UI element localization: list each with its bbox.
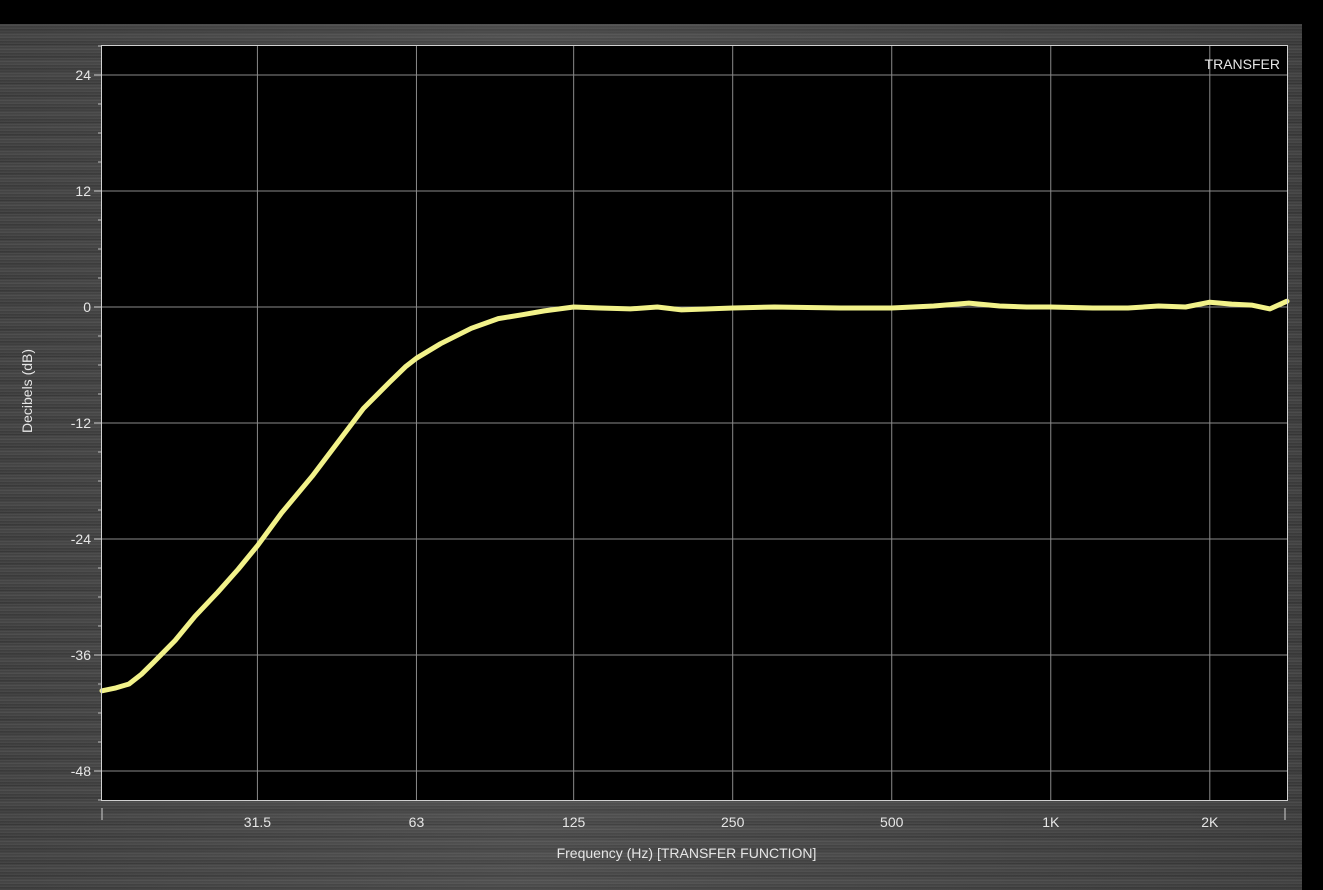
x-tick-label: 63: [409, 814, 425, 830]
legend-label: TRANSFER: [1205, 56, 1280, 72]
y-axis-ticks: 24 12 0 -12 -24 -36 -48: [71, 67, 102, 779]
x-tick-label: 31.5: [244, 814, 271, 830]
y-tick-label: -24: [71, 531, 91, 547]
frequency-response-chart: 24 12 0 -12 -24 -36 -48 31.5 63 125 250 500 1K 2K TR…: [19, 45, 1290, 861]
y-tick-label: 0: [83, 299, 91, 315]
x-axis-label: Frequency (Hz) [TRANSFER FUNCTION]: [557, 845, 817, 861]
x-tick-label: 2K: [1201, 814, 1219, 830]
x-tick-label: 500: [880, 814, 904, 830]
chart-frame: 24 12 0 -12 -24 -36 -48 31.5 63 125 250 500 1K 2K TR…: [0, 24, 1302, 890]
x-tick-label: 250: [721, 814, 745, 830]
y-tick-label: 24: [75, 67, 91, 83]
x-axis-ticks: 31.5 63 125 250 500 1K 2K: [244, 814, 1219, 830]
x-tick-label: 125: [562, 814, 586, 830]
y-tick-label: -36: [71, 647, 91, 663]
y-tick-label: -12: [71, 415, 91, 431]
y-axis-label: Decibels (dB): [19, 349, 35, 433]
y-tick-label: 12: [75, 183, 91, 199]
y-tick-label: -48: [71, 763, 91, 779]
x-tick-label: 1K: [1042, 814, 1060, 830]
